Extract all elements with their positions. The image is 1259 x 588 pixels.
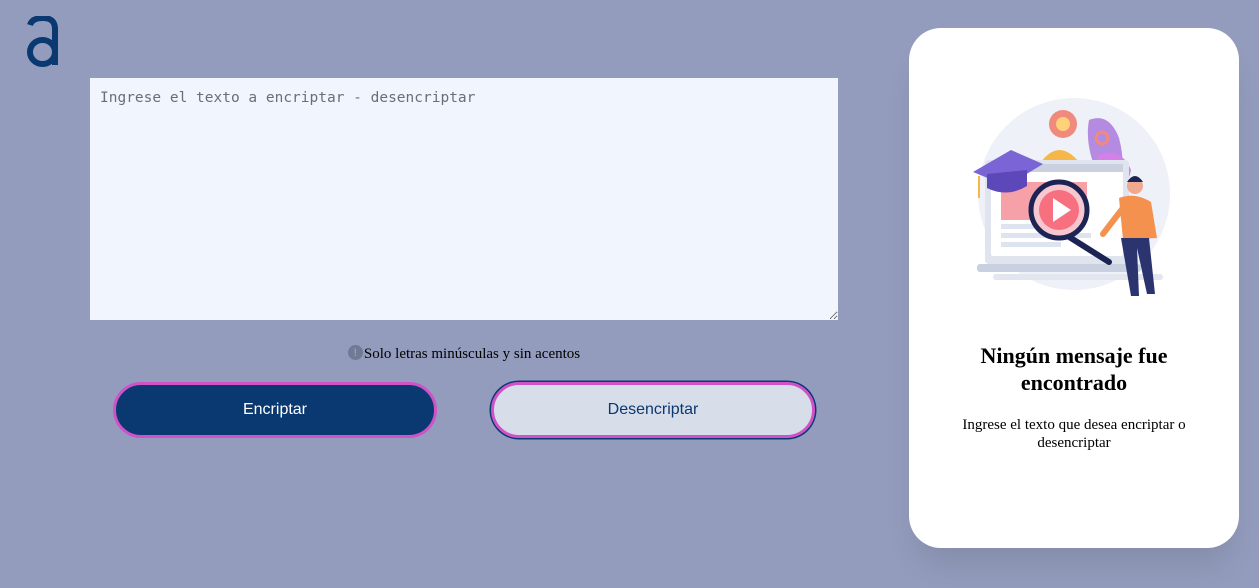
output-description: Ingrese el texto que desea encriptar o d… — [962, 417, 1186, 451]
text-input-area[interactable] — [90, 78, 838, 320]
output-title: Ningún mensaje fue encontrado — [980, 343, 1168, 395]
person-with-magnifier-illustration — [973, 98, 1170, 296]
info-icon: ! — [347, 345, 363, 360]
encrypt-button[interactable]: Encriptar — [113, 382, 437, 438]
hint-text: Solo letras minúsculas y sin acentos — [363, 346, 581, 362]
input-hint: ! Solo letras minúsculas y sin acentos — [0, 345, 928, 363]
decrypt-button-label: Desencriptar — [607, 401, 699, 418]
encrypt-button-label: Encriptar — [242, 401, 308, 418]
decrypt-button[interactable]: Desencriptar — [491, 382, 815, 438]
output-panel: Ningún mensaje fue encontrado Ingrese el… — [909, 28, 1239, 548]
alura-a-logo-icon — [27, 16, 58, 67]
